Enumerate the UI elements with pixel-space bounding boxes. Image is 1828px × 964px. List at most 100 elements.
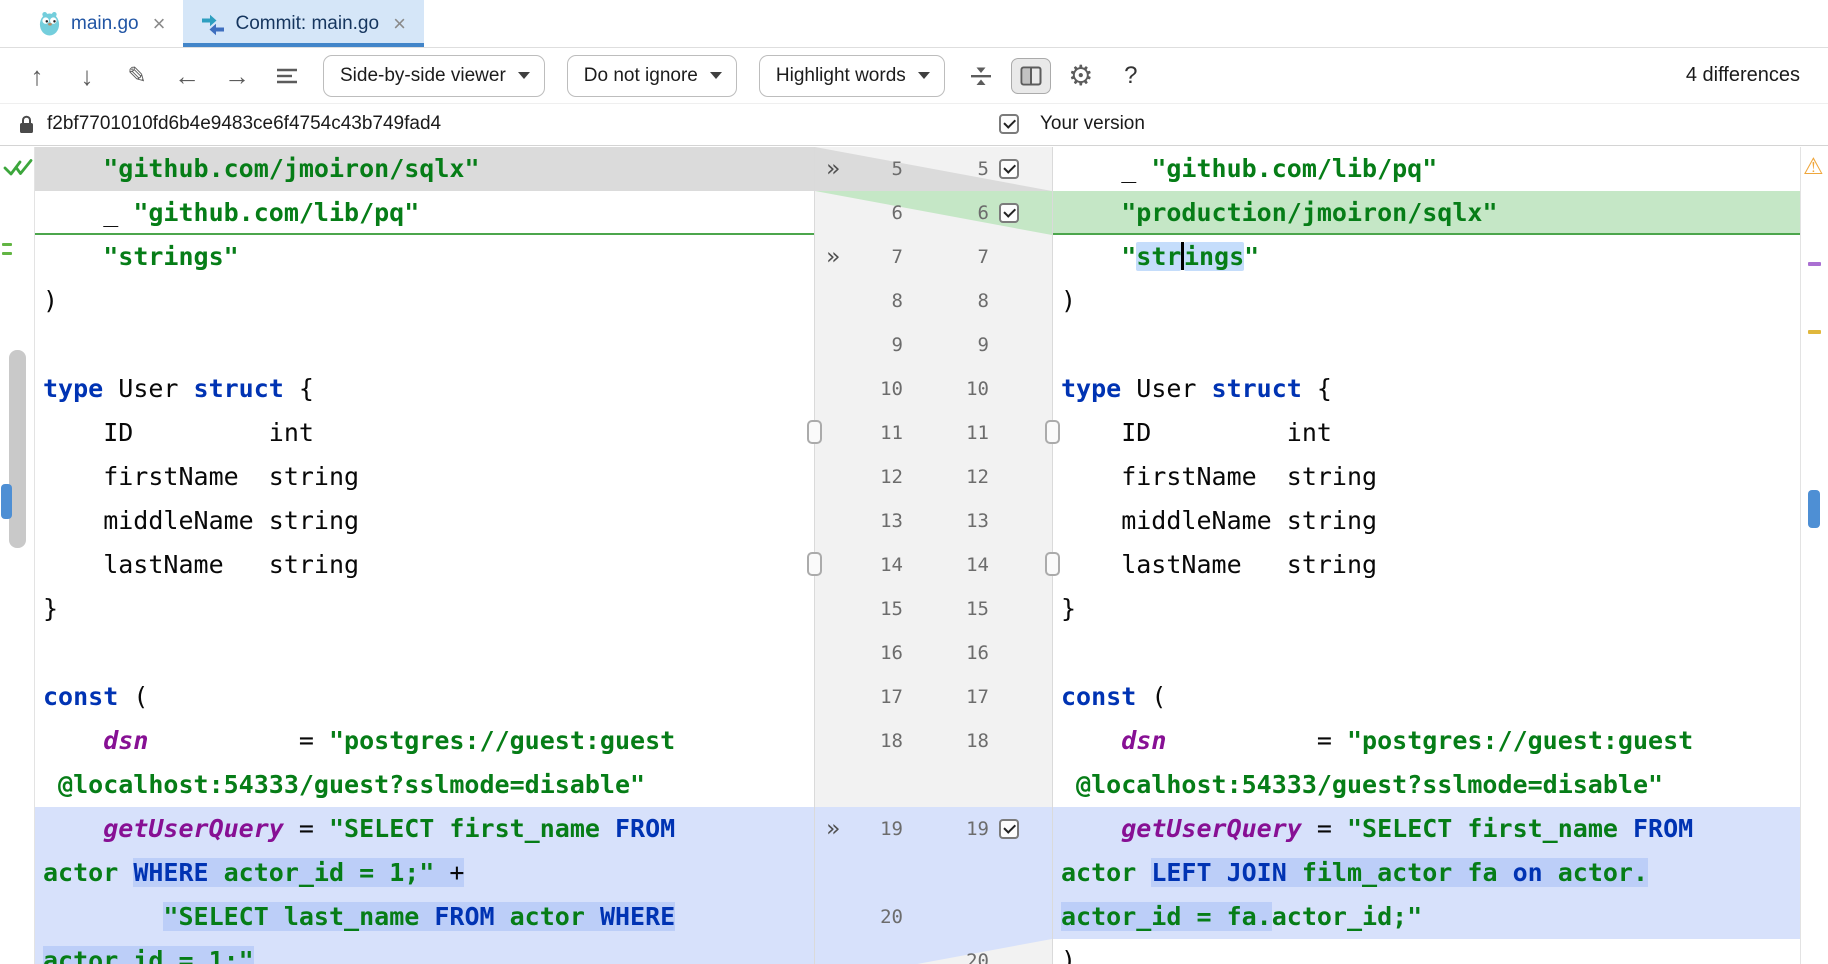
help-icon[interactable]: ? [1108, 56, 1154, 96]
diff-editor: "github.com/jmoiron/sqlx"»55 _ "github.c… [0, 147, 1828, 964]
code-line-left[interactable] [35, 323, 814, 367]
code-line-right[interactable]: type User struct { [1053, 367, 1800, 411]
diff-gutter: 88 [814, 279, 1053, 323]
settings-gear-icon[interactable]: ⚙ [1058, 56, 1104, 96]
code-line-right[interactable]: _ "github.com/lib/pq" [1053, 147, 1800, 191]
checkbox-slot [989, 191, 1029, 235]
viewer-mode-dropdown[interactable]: Side-by-side viewer [323, 55, 545, 97]
code-line-left[interactable]: "github.com/jmoiron/sqlx" [35, 147, 814, 191]
code-token: ) [1061, 946, 1076, 964]
line-number-right: 12 [903, 455, 989, 499]
checkbox-slot [989, 323, 1029, 367]
diff-row: const (1717const ( [35, 675, 1800, 719]
code-line-left[interactable]: type User struct { [35, 367, 814, 411]
code-line-left[interactable]: ) [35, 279, 814, 323]
code-line-left[interactable] [35, 631, 814, 675]
code-line-left[interactable]: actor_id = 1;" [35, 939, 814, 964]
highlight-mode-dropdown[interactable]: Highlight words [759, 55, 945, 97]
code-line-right[interactable] [1053, 631, 1800, 675]
include-line-checkbox[interactable] [999, 819, 1019, 839]
code-line-right[interactable]: } [1053, 587, 1800, 631]
compare-next-file-icon[interactable]: → [214, 56, 260, 96]
compare-previous-file-icon[interactable]: ← [164, 56, 210, 96]
line-number-right: 8 [903, 279, 989, 323]
code-line-right[interactable]: actor_id = fa.actor_id;" [1053, 895, 1800, 939]
commit-diff-icon [201, 12, 225, 36]
changed-files-list-icon[interactable] [264, 56, 310, 96]
code-line-right[interactable]: ID int [1053, 411, 1800, 455]
code-line-right[interactable]: const ( [1053, 675, 1800, 719]
code-line-left[interactable]: const ( [35, 675, 814, 719]
include-version-checkbox[interactable] [999, 114, 1019, 134]
change-marker-blue [1, 484, 12, 519]
code-line-left[interactable]: actor WHERE actor_id = 1;" + [35, 851, 814, 895]
code-line-right[interactable]: "production/jmoiron/sqlx" [1053, 191, 1800, 235]
code-line-right[interactable]: @localhost:54333/guest?sslmode=disable" [1053, 763, 1800, 807]
code-line-right[interactable]: actor LEFT JOIN film_actor fa on actor. [1053, 851, 1800, 895]
diff-row: getUserQuery = "SELECT first_name FROM»1… [35, 807, 1800, 851]
apply-change-chevron-icon [815, 455, 851, 499]
code-token: User [1121, 374, 1211, 403]
apply-change-chevron-icon[interactable]: » [815, 807, 851, 851]
code-line-left[interactable]: firstName string [35, 455, 814, 499]
code-line-right[interactable]: dsn = "postgres://guest:guest [1053, 719, 1800, 763]
tab-main-go[interactable]: main.go × [20, 0, 183, 47]
line-number-left: 6 [851, 191, 903, 235]
code-line-right[interactable] [1053, 323, 1800, 367]
line-number-left [851, 851, 903, 895]
left-scrollbar-strip[interactable] [0, 147, 35, 964]
diff-rows: "github.com/jmoiron/sqlx"»55 _ "github.c… [35, 147, 1800, 964]
code-line-left[interactable]: } [35, 587, 814, 631]
right-scrollbar-strip[interactable]: ⚠ [1800, 147, 1828, 964]
apply-change-chevron-icon[interactable]: » [815, 147, 851, 191]
code-line-left[interactable]: "strings" [35, 235, 814, 279]
sync-columns-icon[interactable] [1008, 56, 1054, 96]
checkbox-slot [989, 939, 1029, 964]
code-line-right[interactable]: getUserQuery = "SELECT first_name FROM [1053, 807, 1800, 851]
code-token: actor [43, 858, 133, 887]
code-line-left[interactable]: middleName string [35, 499, 814, 543]
next-difference-icon[interactable]: ↓ [64, 56, 110, 96]
fold-marker[interactable] [807, 552, 822, 576]
inspection-warning-icon[interactable]: ⚠ [1803, 155, 1824, 178]
line-number-right [903, 895, 989, 939]
code-line-left[interactable]: getUserQuery = "SELECT first_name FROM [35, 807, 814, 851]
code-line-right[interactable]: "strings" [1053, 235, 1800, 279]
code-line-left[interactable]: lastName string [35, 543, 814, 587]
code-line-left[interactable]: _ "github.com/lib/pq" [35, 191, 814, 235]
code-token: } [43, 594, 58, 623]
tab-commit-main-go[interactable]: Commit: main.go × [183, 0, 423, 47]
close-tab-icon[interactable]: × [393, 13, 406, 35]
scrollbar-thumb[interactable] [9, 350, 26, 548]
apply-change-chevron-icon[interactable]: » [815, 235, 851, 279]
fold-marker[interactable] [1045, 420, 1060, 444]
code-token [43, 814, 103, 843]
code-line-right[interactable]: middleName string [1053, 499, 1800, 543]
close-tab-icon[interactable]: × [153, 13, 166, 35]
edit-source-icon[interactable]: ✎ [114, 56, 160, 96]
scrollbar-thumb[interactable] [1808, 490, 1820, 528]
code-token: } [1061, 594, 1076, 623]
code-line-right[interactable]: lastName string [1053, 543, 1800, 587]
include-line-checkbox[interactable] [999, 159, 1019, 179]
apply-change-chevron-icon [815, 763, 851, 807]
line-number-right [903, 851, 989, 895]
line-number-left: 16 [851, 631, 903, 675]
code-line-right[interactable]: firstName string [1053, 455, 1800, 499]
fold-marker[interactable] [807, 420, 822, 444]
code-line-left[interactable]: "SELECT last_name FROM actor WHERE [35, 895, 814, 939]
code-line-right[interactable]: ) [1053, 279, 1800, 323]
code-token: WHERE [600, 902, 675, 931]
include-line-checkbox[interactable] [999, 203, 1019, 223]
code-line-left[interactable]: dsn = "postgres://guest:guest [35, 719, 814, 763]
line-number-left: 14 [851, 543, 903, 587]
code-line-left[interactable]: ID int [35, 411, 814, 455]
go-gopher-icon [38, 11, 61, 36]
collapse-unchanged-icon[interactable] [958, 56, 1004, 96]
whitespace-policy-dropdown[interactable]: Do not ignore [567, 55, 737, 97]
apply-change-chevron-icon [815, 675, 851, 719]
code-line-right[interactable]: ) [1053, 939, 1800, 964]
previous-difference-icon[interactable]: ↑ [14, 56, 60, 96]
fold-marker[interactable] [1045, 552, 1060, 576]
code-line-left[interactable]: @localhost:54333/guest?sslmode=disable" [35, 763, 814, 807]
